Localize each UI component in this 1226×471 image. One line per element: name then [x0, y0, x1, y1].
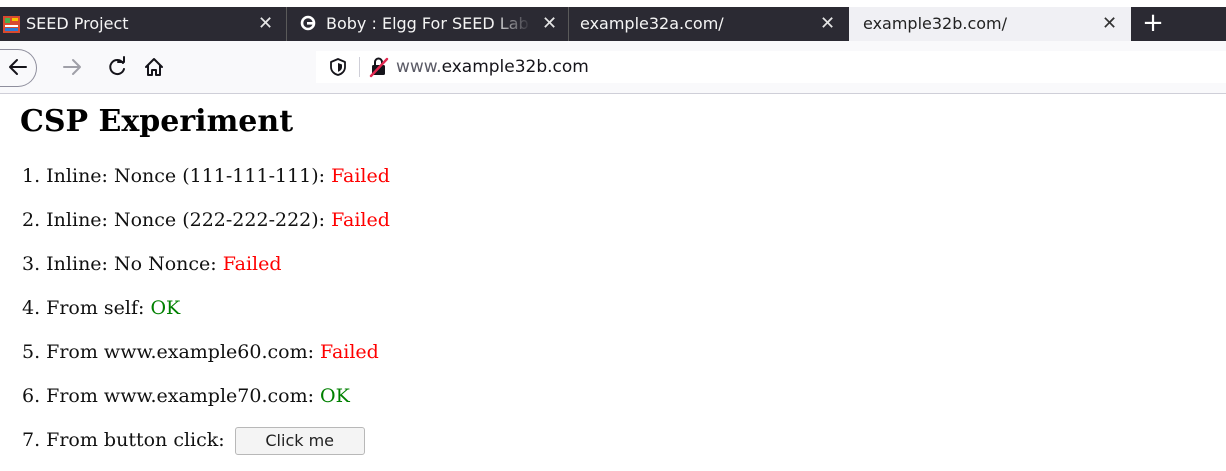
- back-arrow-icon: [9, 59, 27, 75]
- result-label: 1. Inline: Nonce (111-111-111):: [22, 165, 332, 187]
- tab-example32a[interactable]: example32a.com/ ✕: [570, 7, 848, 41]
- home-icon: [145, 58, 163, 76]
- home-button[interactable]: [140, 53, 168, 81]
- tab-elgg[interactable]: Boby : Elgg For SEED Lab ✕: [288, 7, 569, 41]
- address-bar[interactable]: www.example32b.com: [316, 51, 1226, 83]
- close-tab-icon[interactable]: ✕: [258, 7, 273, 41]
- status-text: OK: [320, 385, 350, 407]
- tab-example32b[interactable]: example32b.com/ ✕: [849, 7, 1131, 41]
- elgg-favicon-icon: [300, 15, 316, 31]
- url-prefix: www.: [396, 57, 442, 77]
- status-text: Failed: [331, 165, 390, 187]
- result-label: 4. From self:: [22, 297, 151, 319]
- result-label: 5. From www.example60.com:: [22, 341, 321, 363]
- reload-icon: [109, 56, 125, 76]
- click-me-button[interactable]: Click me: [234, 427, 365, 455]
- status-text: Failed: [331, 209, 390, 231]
- forward-button[interactable]: [58, 53, 86, 81]
- insecure-lock-icon[interactable]: [368, 56, 390, 78]
- tab-label: example32a.com/: [580, 14, 724, 33]
- status-text: Failed: [222, 253, 282, 275]
- url-text[interactable]: www.example32b.com: [396, 51, 589, 83]
- close-tab-icon[interactable]: ✕: [1102, 7, 1117, 41]
- close-tab-icon[interactable]: ✕: [542, 7, 557, 41]
- back-button[interactable]: [0, 49, 37, 87]
- status-text: OK: [150, 297, 181, 319]
- page-title: CSP Experiment: [20, 104, 294, 139]
- tab-label: example32b.com/: [863, 14, 1008, 33]
- close-tab-icon[interactable]: ✕: [820, 7, 835, 41]
- tab-seed-project[interactable]: SEED Project ✕: [0, 7, 287, 41]
- result-line-3: 3. Inline: No Nonce: Failed: [22, 251, 282, 277]
- reload-button[interactable]: [103, 53, 131, 81]
- url-separator: [359, 57, 360, 77]
- url-host: example32b.com: [441, 57, 589, 77]
- result-label: 7. From button click:: [22, 429, 231, 451]
- seed-favicon-icon: [3, 16, 20, 33]
- result-line-5: 5. From www.example60.com: Failed: [22, 339, 379, 365]
- result-line-6: 6. From www.example70.com: OK: [22, 383, 350, 409]
- result-label: 2. Inline: Nonce (222-222-222):: [22, 209, 332, 231]
- tab-bar: SEED Project ✕ Boby : Elgg For SEED Lab …: [0, 7, 1226, 41]
- tracking-protection-shield-icon[interactable]: [328, 57, 348, 77]
- result-label: 3. Inline: No Nonce:: [22, 253, 223, 275]
- result-line-2: 2. Inline: Nonce (222-222-222): Failed: [22, 207, 390, 233]
- new-tab-button[interactable]: +: [1136, 7, 1170, 41]
- result-line-1: 1. Inline: Nonce (111-111-111): Failed: [22, 163, 390, 189]
- tab-label: Boby : Elgg For SEED Lab: [326, 7, 531, 41]
- result-line-4: 4. From self: OK: [22, 295, 180, 321]
- forward-arrow-icon: [63, 59, 81, 75]
- result-line-7: 7. From button click: Click me: [22, 427, 365, 455]
- result-label: 6. From www.example70.com:: [22, 385, 321, 407]
- tab-label: SEED Project: [26, 14, 129, 33]
- status-text: Failed: [320, 341, 379, 363]
- navigation-toolbar: www.example32b.com: [0, 41, 1226, 94]
- page-content: CSP Experiment 1. Inline: Nonce (111-111…: [0, 95, 1226, 471]
